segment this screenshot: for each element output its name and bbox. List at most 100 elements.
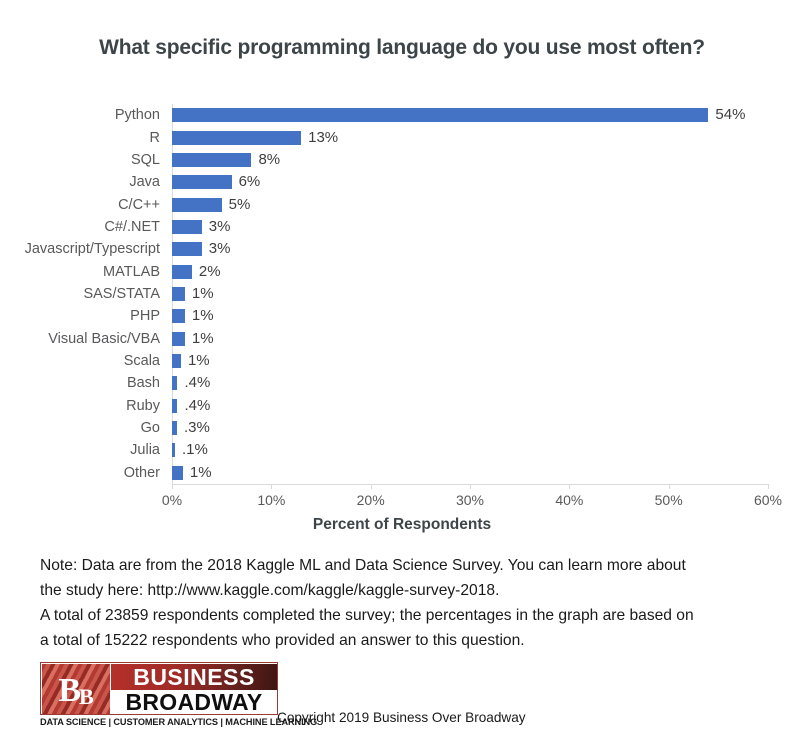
x-axis-tick-label: 60% — [753, 492, 783, 508]
note-line-3: A total of 23859 respondents completed t… — [40, 607, 694, 624]
note-line-1: Note: Data are from the 2018 Kaggle ML a… — [40, 557, 686, 574]
bar — [172, 108, 709, 123]
x-axis-tick — [768, 484, 769, 489]
y-axis-tick-label: C#/.NET — [104, 218, 160, 235]
bar — [172, 443, 175, 458]
bar — [172, 175, 232, 190]
logo-tagline: DATA SCIENCE | CUSTOMER ANALYTICS | MACH… — [40, 717, 318, 727]
bar-value-label: 54% — [715, 106, 746, 124]
bar — [172, 219, 202, 234]
x-axis-tick — [172, 484, 173, 489]
bar — [172, 130, 302, 145]
bar-row: .1% — [172, 439, 768, 462]
bar — [172, 376, 178, 391]
x-axis-tick-label: 30% — [455, 492, 485, 508]
bar-value-label: 1% — [191, 329, 214, 347]
y-axis-category-labels: Python R SQL Java C/C++ C#/.NET Javascript/Typ… — [0, 104, 166, 484]
bar-row: 1% — [172, 350, 768, 373]
y-axis-tick-label: Javascript/Typescript — [24, 241, 160, 258]
logo-monogram-b1: B — [58, 672, 81, 709]
y-axis-tick-label: Other — [123, 464, 160, 481]
x-axis-tick — [271, 484, 273, 489]
bar-row: 5% — [172, 193, 768, 216]
note-line-4: a total of 15222 respondents who provide… — [40, 632, 525, 649]
y-axis-tick-label: Go — [140, 420, 160, 437]
y-axis-tick-label: C/C++ — [118, 196, 160, 213]
bar-value-label: 8% — [258, 150, 281, 168]
y-axis-tick-label: Bash — [126, 375, 160, 392]
x-axis-title: Percent of Respondents — [312, 516, 492, 533]
bar-row: 13% — [172, 126, 768, 149]
bar-value-label: 5% — [228, 195, 251, 213]
bar-row: 54% — [172, 104, 768, 127]
bar — [172, 465, 183, 480]
bar — [172, 309, 185, 324]
y-axis-tick-label: R — [149, 129, 160, 146]
logo-word-business: BUSINESS — [111, 664, 277, 690]
bar-chart: Python R SQL Java C/C++ C#/.NET Javascript/Typ… — [0, 100, 804, 545]
bar-value-label: 2% — [198, 262, 221, 280]
y-axis-tick-label: Java — [129, 174, 160, 191]
footer: BB BUSINESS BROADWAY DATA SCIENCE | CUST… — [40, 662, 770, 742]
logo-word-broadway: BROADWAY — [111, 690, 277, 714]
y-axis-tick-label: Julia — [130, 442, 160, 459]
bar-row: 1% — [172, 462, 768, 485]
bar-value-label: .1% — [182, 441, 208, 459]
bar — [172, 421, 177, 436]
business-over-broadway-logo: BB BUSINESS BROADWAY DATA SCIENCE | CUST… — [40, 662, 318, 734]
x-axis-tick — [569, 484, 571, 489]
x-axis-tick — [470, 484, 471, 489]
bar-row: 3% — [172, 216, 768, 239]
page-title: What specific programming language do yo… — [99, 36, 705, 59]
logo-box: BB BUSINESS BROADWAY — [40, 662, 278, 715]
bar-value-label: .4% — [184, 374, 211, 392]
bar — [172, 152, 252, 167]
bar — [172, 331, 185, 346]
bar-value-label: 1% — [191, 284, 214, 302]
x-axis-tick-label: 0% — [161, 492, 183, 508]
x-axis-tick-label: 20% — [356, 492, 385, 508]
bar-row: 1% — [172, 305, 768, 328]
y-axis-tick-label: Scala — [123, 353, 160, 370]
bar — [172, 242, 202, 257]
y-axis-tick-label: SAS/STATA — [83, 286, 160, 302]
y-axis-tick-label: PHP — [130, 308, 160, 325]
y-axis-tick-label: Visual Basic/VBA — [48, 330, 160, 347]
y-axis-tick-label: Python — [114, 107, 160, 124]
y-axis-tick-label: Ruby — [126, 397, 160, 414]
bar-value-label: 3% — [208, 240, 231, 258]
bar-value-label: .4% — [184, 396, 211, 414]
bar-row: .4% — [172, 372, 768, 395]
note-block: Note: Data are from the 2018 Kaggle ML a… — [40, 553, 770, 653]
bar — [172, 286, 185, 301]
bar-row: 2% — [172, 260, 768, 283]
bar-value-label: 13% — [308, 128, 339, 146]
logo-monogram-text: BB — [42, 664, 110, 714]
bar-row: .4% — [172, 395, 768, 418]
x-axis-tick-label: 10% — [257, 492, 286, 508]
x-axis-tick — [370, 484, 372, 489]
x-axis-tick — [668, 484, 670, 489]
note-line-2: the study here: http://www.kaggle.com/ka… — [40, 582, 500, 599]
y-axis-tick-label: MATLAB — [103, 263, 160, 280]
plot-area: 54% 13% 8% 6% 5% 3% 3% 2% 1% 1% 1% 1% .4% .4% .3% .1% 1% — [172, 104, 768, 484]
bar-row: 3% — [172, 238, 768, 261]
logo-monogram-b2: B — [79, 684, 94, 709]
bar — [172, 197, 222, 212]
bar-value-label: .3% — [183, 419, 210, 437]
bar-row: 6% — [172, 171, 768, 194]
logo-monogram-tile: BB — [42, 664, 110, 714]
bar-value-label: 1% — [189, 463, 212, 481]
bar-row: 8% — [172, 149, 768, 172]
bar-row: 1% — [172, 283, 768, 306]
bar — [172, 398, 178, 413]
bar-row: .3% — [172, 417, 768, 440]
bar — [172, 264, 192, 279]
bar-value-label: 6% — [238, 173, 261, 191]
y-axis-tick-label: SQL — [130, 151, 160, 168]
bar — [172, 354, 181, 369]
bar-value-label: 3% — [208, 217, 231, 235]
bar-value-label: 1% — [187, 352, 210, 370]
x-axis-tick-label: 40% — [555, 492, 584, 508]
bar-row: 1% — [172, 328, 768, 351]
